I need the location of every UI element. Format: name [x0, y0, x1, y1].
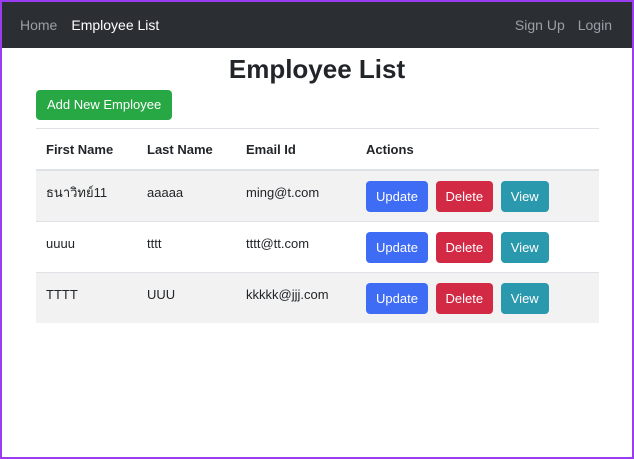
- nav-right: Sign Up Login: [502, 17, 612, 33]
- cell-actions: Update Delete View: [356, 272, 599, 323]
- first-name-text: TTTT: [46, 286, 78, 302]
- cell-email: kkkkk@jjj.com: [236, 272, 356, 323]
- table-row: TTTT UUU kkkkk@jjj.com Update Delete Vie…: [36, 272, 599, 323]
- last-name-text: UUU: [147, 286, 176, 302]
- nav-login-link[interactable]: Login: [578, 17, 612, 33]
- navbar: Home Employee List Sign Up Login: [2, 2, 632, 48]
- delete-button[interactable]: Delete: [435, 180, 494, 212]
- header-actions: Actions: [356, 128, 599, 171]
- cell-actions: Update Delete View: [356, 221, 599, 273]
- email-text: tttt@tt.com: [246, 235, 310, 251]
- table-row: ธนาวิทย์11 aaaaa ming@t.com Update Delet…: [36, 169, 599, 222]
- nav-signup-link[interactable]: Sign Up: [515, 17, 565, 33]
- header-email: Email Id: [236, 128, 356, 171]
- app-window: Home Employee List Sign Up Login Employe…: [0, 0, 634, 459]
- page-title: Employee List: [228, 54, 406, 84]
- first-name-text: uuuu: [46, 235, 75, 251]
- delete-button[interactable]: Delete: [435, 282, 494, 314]
- cell-email: tttt@tt.com: [236, 221, 356, 273]
- header-first-name: First Name: [36, 128, 137, 171]
- table-row: uuuu tttt tttt@tt.com Update Delete View: [36, 221, 599, 273]
- view-button[interactable]: View: [500, 282, 549, 314]
- cell-last-name: tttt: [137, 221, 236, 273]
- nav-employee-list-link[interactable]: Employee List: [71, 17, 159, 33]
- employee-table: First Name Last Name Email Id Actions ธน…: [36, 128, 599, 323]
- cell-last-name: UUU: [137, 272, 236, 323]
- cell-last-name: aaaaa: [137, 169, 236, 222]
- cell-first-name: TTTT: [36, 272, 137, 323]
- delete-button[interactable]: Delete: [435, 231, 494, 263]
- cell-first-name: uuuu: [36, 221, 137, 273]
- view-button[interactable]: View: [500, 180, 549, 212]
- cell-email: ming@t.com: [236, 169, 356, 222]
- email-text: ming@t.com: [246, 184, 320, 200]
- header-last-name: Last Name: [137, 128, 236, 171]
- cell-first-name: ธนาวิทย์11: [36, 169, 137, 222]
- view-button[interactable]: View: [500, 231, 549, 263]
- update-button[interactable]: Update: [366, 282, 428, 314]
- add-employee-button[interactable]: Add New Employee: [36, 90, 173, 120]
- main-content: Employee List Add New Employee First Nam…: [2, 52, 632, 323]
- update-button[interactable]: Update: [366, 180, 428, 212]
- nav-left: Home Employee List: [20, 17, 173, 33]
- first-name-text: ธนาวิทย์11: [46, 184, 108, 200]
- cell-actions: Update Delete View: [356, 169, 599, 222]
- last-name-text: aaaaa: [147, 184, 184, 200]
- last-name-text: tttt: [147, 235, 162, 251]
- email-text: kkkkk@jjj.com: [246, 286, 329, 302]
- update-button[interactable]: Update: [366, 231, 428, 263]
- nav-home-link[interactable]: Home: [20, 17, 57, 33]
- table-header-row: First Name Last Name Email Id Actions: [36, 128, 599, 171]
